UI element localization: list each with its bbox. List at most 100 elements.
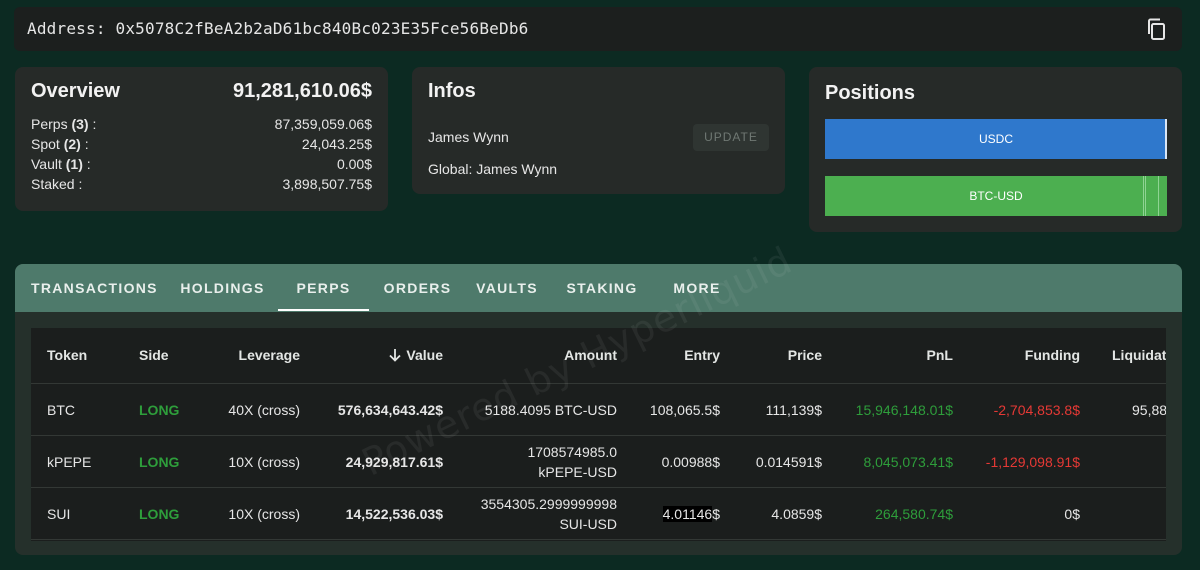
header-funding[interactable]: Funding	[1025, 347, 1080, 363]
table-row: kPEPE LONG 10X (cross) 24,929,817.61$ 17…	[31, 436, 1166, 488]
cell-pnl: 15,946,148.01$	[855, 402, 953, 418]
tab-vaults[interactable]: VAULTS	[473, 264, 541, 312]
overview-row-count: (2)	[63, 136, 81, 152]
address-value: 0x5078C2fBeA2b2aD61bc840Bc023E35Fce56BeD…	[115, 19, 529, 38]
address-text: Address: 0x5078C2fBeA2b2aD61bc840Bc023E3…	[27, 19, 529, 38]
cell-amount: 1708574985.0 kPEPE-USD	[527, 442, 617, 482]
cell-amount-quantity: 1708574985.0	[527, 444, 617, 460]
position-bar-btc-usd[interactable]: BTC-USD	[825, 176, 1167, 216]
overview-row-label: Vault	[31, 156, 62, 172]
cell-token: BTC	[47, 402, 75, 418]
tab-transactions[interactable]: TRANSACTIONS	[31, 264, 157, 312]
header-amount[interactable]: Amount	[564, 347, 617, 363]
header-value-label: Value	[406, 347, 443, 363]
cell-entry: 0.00988$	[661, 454, 720, 470]
infos-global: Global: James Wynn	[428, 161, 558, 177]
cell-pnl: 8,045,073.41$	[863, 454, 953, 470]
overview-row-suffix: :	[82, 156, 91, 172]
cell-entry-suffix: $	[712, 506, 720, 522]
header-value-sorted[interactable]: Value	[388, 347, 443, 363]
overview-row-count: (1)	[65, 156, 83, 172]
cell-leverage: 40X (cross)	[228, 402, 300, 418]
position-bar-divider	[1158, 176, 1159, 216]
cell-entry-highlight: 4.01146	[662, 506, 713, 522]
position-bar-label: BTC-USD	[969, 189, 1023, 203]
overview-title: Overview	[31, 80, 120, 102]
active-tab-indicator	[278, 309, 369, 311]
infos-name: James Wynn	[428, 129, 509, 145]
cell-entry: 4.01146$	[662, 506, 720, 522]
infos-title: Infos	[428, 80, 476, 102]
address-label: Address:	[27, 19, 106, 38]
cell-side: LONG	[139, 402, 180, 418]
cell-side: LONG	[139, 506, 180, 522]
address-bar: Address: 0x5078C2fBeA2b2aD61bc840Bc023E3…	[14, 7, 1182, 51]
overview-row-suffix: :	[88, 116, 97, 132]
overview-row-value: 87,359,059.06$	[274, 116, 372, 132]
overview-row-value: 24,043.25$	[301, 136, 372, 152]
cell-price: 4.0859$	[771, 506, 822, 522]
cell-amount-quantity: 3554305.2999999998	[480, 496, 617, 512]
position-bar-usdc[interactable]: USDC	[825, 119, 1167, 159]
header-pnl[interactable]: PnL	[927, 347, 953, 363]
table-row: SUI LONG 10X (cross) 14,522,536.03$ 3554…	[31, 488, 1166, 540]
cell-price: 0.014591$	[755, 454, 822, 470]
positions-title: Positions	[825, 82, 916, 104]
cell-amount-unit: kPEPE-USD	[538, 464, 617, 480]
cell-amount-unit: SUI-USD	[559, 516, 617, 532]
overview-row-spot: Spot (2) : 24,043.25$	[31, 136, 372, 156]
perps-table: Token Side Leverage Value Amount Entry P…	[31, 328, 1166, 541]
overview-row-suffix: :	[80, 136, 89, 152]
tab-more[interactable]: MORE	[667, 264, 727, 312]
cell-leverage: 10X (cross)	[228, 506, 300, 522]
position-bar-divider	[1145, 176, 1146, 216]
cell-value: 576,634,643.42$	[337, 402, 443, 418]
header-leverage[interactable]: Leverage	[239, 347, 300, 363]
header-token[interactable]: Token	[47, 347, 87, 363]
header-entry[interactable]: Entry	[684, 347, 720, 363]
tab-staking[interactable]: STAKING	[563, 264, 641, 312]
overview-row-value: 0.00$	[336, 156, 372, 172]
overview-row-count: (3)	[71, 116, 89, 132]
overview-row-label: Staked	[31, 176, 75, 192]
tabs-panel: TRANSACTIONS HOLDINGS PERPS ORDERS VAULT…	[15, 264, 1182, 555]
cell-price: 111,139$	[765, 402, 822, 418]
cell-amount: 3554305.2999999998 SUI-USD	[481, 494, 617, 534]
cell-value: 24,929,817.61$	[345, 454, 443, 470]
overview-row-label: Spot	[31, 136, 60, 152]
tab-orders[interactable]: ORDERS	[380, 264, 455, 312]
cell-funding: 0$	[1064, 506, 1080, 522]
cell-token: kPEPE	[47, 454, 92, 470]
overview-row-staked: Staked : 3,898,507.75$	[31, 176, 372, 196]
tab-holdings[interactable]: HOLDINGS	[180, 264, 265, 312]
cell-value: 14,522,536.03$	[345, 506, 443, 522]
tab-bar: TRANSACTIONS HOLDINGS PERPS ORDERS VAULT…	[15, 264, 1182, 312]
overview-row-suffix: :	[74, 176, 83, 192]
position-bar-divider	[1165, 119, 1167, 159]
overview-row-value: 3,898,507.75$	[282, 176, 372, 192]
update-button[interactable]: UPDATE	[693, 124, 769, 151]
header-price[interactable]: Price	[788, 347, 822, 363]
table-row: BTC LONG 40X (cross) 576,634,643.42$ 518…	[31, 384, 1166, 436]
overview-card: Overview 91,281,610.06$ Perps (3) : 87,3…	[15, 67, 388, 211]
overview-row-label: Perps	[31, 116, 68, 132]
arrow-down-icon	[389, 349, 402, 362]
overview-row-perps: Perps (3) : 87,359,059.06$	[31, 116, 372, 136]
cell-leverage: 10X (cross)	[228, 454, 300, 470]
cell-liquidation: 95,88	[1132, 402, 1166, 418]
header-liquidation[interactable]: Liquidati	[1112, 347, 1166, 363]
cell-funding: -2,704,853.8$	[993, 402, 1080, 418]
copy-icon[interactable]	[1144, 17, 1168, 41]
position-bar-label: USDC	[978, 132, 1013, 146]
tab-perps[interactable]: PERPS	[278, 264, 369, 312]
positions-card: Positions USDC BTC-USD	[809, 67, 1182, 232]
overview-total: 91,281,610.06$	[232, 80, 372, 102]
header-side[interactable]: Side	[139, 347, 169, 363]
cell-funding: -1,129,098.91$	[985, 454, 1080, 470]
infos-card: Infos James Wynn UPDATE Global: James Wy…	[412, 67, 785, 194]
table-header: Token Side Leverage Value Amount Entry P…	[31, 328, 1166, 384]
overview-row-vault: Vault (1) : 0.00$	[31, 156, 372, 176]
cell-side: LONG	[139, 454, 180, 470]
cell-amount: 5188.4095 BTC-USD	[484, 402, 617, 418]
cell-token: SUI	[47, 506, 71, 522]
